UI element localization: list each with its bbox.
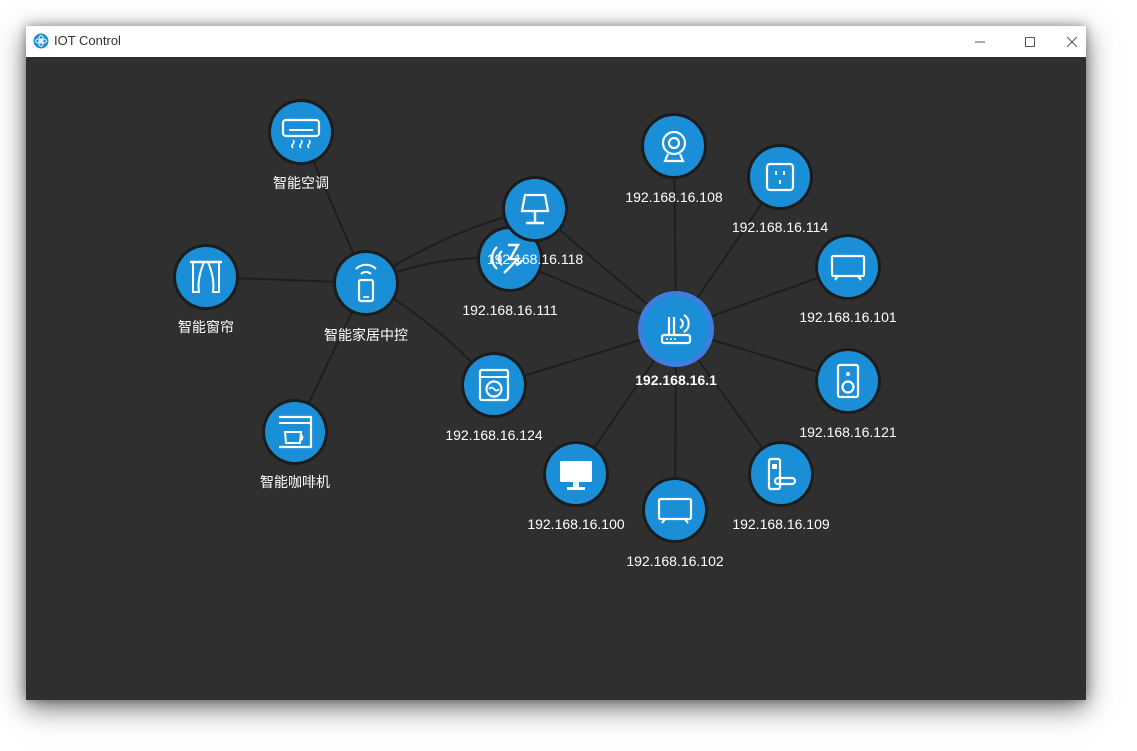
label-coffee: 智能咖啡机 (260, 474, 330, 490)
label-sensor: 192.168.16.111 (462, 302, 557, 318)
node-disc (818, 237, 878, 297)
node-tv-102[interactable]: 192.168.16.102 (626, 477, 724, 569)
node-ac[interactable]: 智能空调 (268, 99, 334, 191)
node-disc (644, 116, 704, 176)
node-washer[interactable]: 192.168.16.124 (445, 352, 543, 443)
node-socket[interactable]: 192.168.16.114 (732, 144, 828, 235)
label-router: 192.168.16.1 (635, 372, 717, 388)
label-ac: 智能空调 (273, 175, 329, 191)
node-disc (505, 179, 565, 239)
label-camera: 192.168.16.108 (625, 189, 723, 205)
node-disc (645, 480, 705, 540)
node-coffee[interactable]: 智能咖啡机 (260, 399, 330, 490)
label-door-lock: 192.168.16.109 (732, 516, 830, 532)
node-disc (464, 355, 524, 415)
node-disc (643, 296, 709, 362)
label-curtain: 智能窗帘 (178, 319, 234, 335)
topology-nodes: 192.168.16.1 192.168.16.108 192.168.16.1… (173, 99, 897, 569)
node-camera[interactable]: 192.168.16.108 (625, 113, 723, 205)
label-tv-101: 192.168.16.101 (799, 309, 897, 325)
desktop: IOT Control 192.168.16.1 192.168.16.108 … (0, 0, 1137, 751)
label-speaker: 192.168.16.121 (799, 424, 897, 440)
node-router[interactable]: 192.168.16.1 (635, 291, 717, 388)
label-lamp: 192.168.16.118 (487, 251, 583, 267)
node-disc (176, 247, 236, 307)
node-disc (336, 253, 396, 313)
label-tv-102: 192.168.16.102 (626, 553, 724, 569)
label-monitor: 192.168.16.100 (527, 516, 625, 532)
node-lamp[interactable]: 192.168.16.118 (487, 176, 583, 267)
node-speaker[interactable]: 192.168.16.121 (799, 348, 897, 440)
node-curtain[interactable]: 智能窗帘 (173, 244, 239, 335)
node-door-lock[interactable]: 192.168.16.109 (732, 441, 830, 532)
node-monitor[interactable]: 192.168.16.100 (527, 441, 625, 532)
label-washer: 192.168.16.124 (445, 427, 543, 443)
label-socket: 192.168.16.114 (732, 219, 828, 235)
node-disc (750, 147, 810, 207)
node-disc (271, 102, 331, 162)
label-smart-hub: 智能家居中控 (324, 327, 408, 343)
network-topology-graph: 192.168.16.1 192.168.16.108 192.168.16.1… (173, 99, 897, 569)
